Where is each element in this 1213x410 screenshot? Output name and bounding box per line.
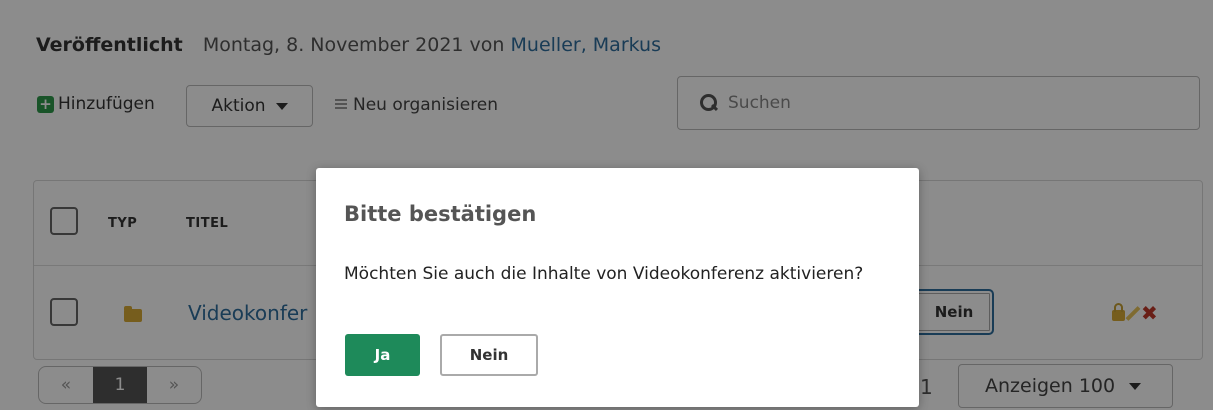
confirm-dialog: Bitte bestätigen Möchten Sie auch die In… xyxy=(316,168,919,407)
confirm-no-button[interactable]: Nein xyxy=(440,334,538,376)
confirm-yes-button[interactable]: Ja xyxy=(345,334,420,376)
dialog-message: Möchten Sie auch die Inhalte von Videoko… xyxy=(344,264,864,284)
dialog-title: Bitte bestätigen xyxy=(344,202,537,226)
